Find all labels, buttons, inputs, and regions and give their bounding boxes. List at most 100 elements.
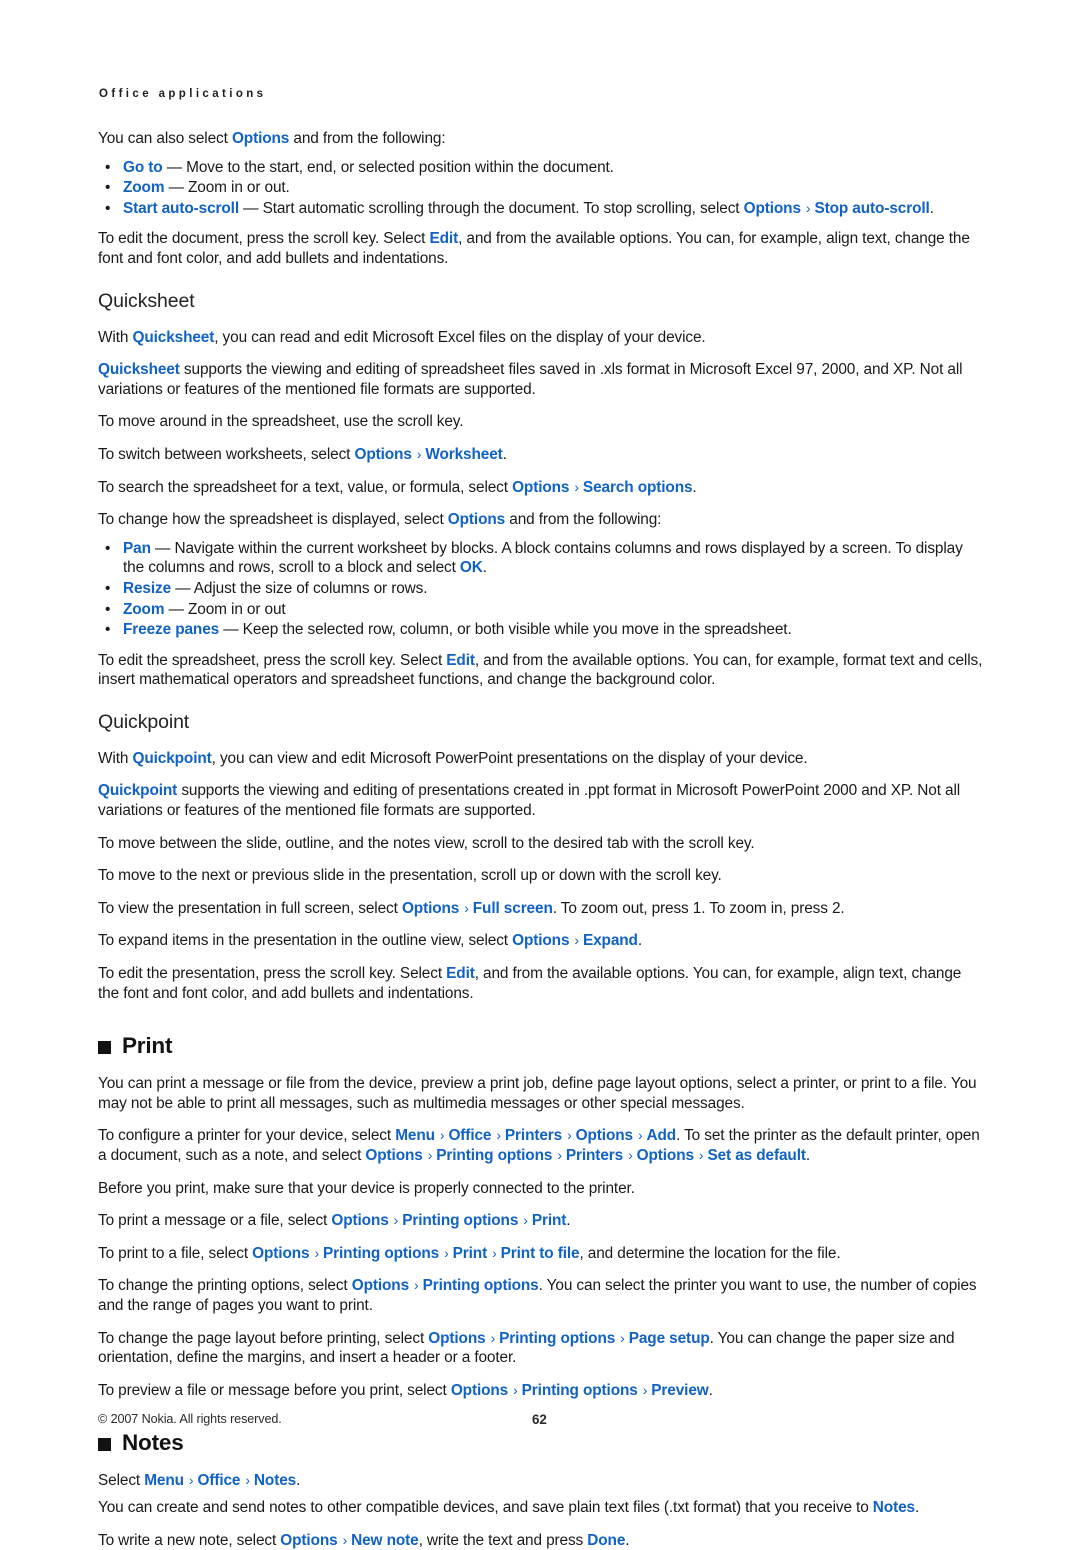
quicksheet-switch-worksheets-paragraph: To switch between worksheets, select Opt… xyxy=(98,445,985,465)
chevron-right-icon: › xyxy=(393,1212,399,1229)
keyword-notes: Notes xyxy=(872,1498,915,1516)
keyword-printing-options: Printing options xyxy=(422,1277,539,1295)
chevron-right-icon: › xyxy=(567,1127,572,1144)
text-fragment: With xyxy=(98,328,133,346)
text-fragment: To change how the spreadsheet is display… xyxy=(98,511,448,529)
print-page-layout-paragraph: To change the page layout before printin… xyxy=(98,1329,985,1368)
heading-notes: Notes xyxy=(98,1430,985,1456)
print-message-paragraph: To print a message or a file, select Opt… xyxy=(98,1211,985,1231)
list-item: • Freeze panes — Keep the selected row, c… xyxy=(102,620,985,640)
keyword-options: Options xyxy=(447,511,506,529)
chevron-right-icon: › xyxy=(245,1472,250,1489)
quicksheet-change-display-paragraph: To change how the spreadsheet is display… xyxy=(98,510,985,530)
print-configure-paragraph: To configure a printer for your device, … xyxy=(98,1126,985,1165)
keyword-freeze-panes: Freeze panes xyxy=(123,621,220,639)
keyword-options: Options xyxy=(252,1244,310,1262)
chevron-right-icon: › xyxy=(439,1127,445,1144)
keyword-zoom: Zoom xyxy=(123,600,165,618)
text-fragment: To preview a file or message before you … xyxy=(98,1381,451,1399)
text-fragment: Select xyxy=(98,1472,145,1490)
list-item: • Zoom — Zoom in or out. xyxy=(102,178,985,198)
text-fragment: You can create and send notes to other c… xyxy=(98,1498,873,1516)
keyword-printers: Printers xyxy=(504,1127,563,1145)
keyword-options: Options xyxy=(331,1212,389,1230)
text-fragment: supports the viewing and editing of spre… xyxy=(98,361,963,398)
keyword-options: Options xyxy=(351,1277,410,1295)
chevron-right-icon: › xyxy=(314,1244,320,1261)
bullet-dot-icon: • xyxy=(105,539,111,557)
keyword-start-auto-scroll: Start auto-scroll xyxy=(123,199,239,217)
edit-document-paragraph: To edit the document, press the scroll k… xyxy=(98,229,985,268)
keyword-print-to-file: Print to file xyxy=(500,1244,580,1262)
chevron-right-icon: › xyxy=(523,1212,528,1229)
print-change-options-paragraph: To change the printing options, select O… xyxy=(98,1276,985,1315)
intro-lead-paragraph: You can also select Options and from the… xyxy=(98,129,985,149)
text-fragment: With xyxy=(98,749,133,767)
list-item: • Zoom — Zoom in or out xyxy=(102,600,985,620)
text-fragment: — Move to the start, end, or selected po… xyxy=(162,158,614,176)
page-number: 62 xyxy=(532,1412,547,1427)
chevron-right-icon: › xyxy=(464,899,469,916)
bullet-dot-icon: • xyxy=(105,199,111,217)
heading-quicksheet: Quicksheet xyxy=(98,289,195,312)
square-bullet-icon xyxy=(98,1040,111,1054)
keyword-menu: Menu xyxy=(395,1127,435,1145)
keyword-zoom: Zoom xyxy=(123,179,165,197)
chevron-right-icon: › xyxy=(496,1127,501,1144)
text-fragment: — Adjust the size of columns or rows. xyxy=(171,579,428,597)
text-fragment: To configure a printer for your device, … xyxy=(98,1127,396,1145)
keyword-menu: Menu xyxy=(144,1472,184,1490)
text-fragment: supports the viewing and editing of pres… xyxy=(98,782,961,820)
keyword-search-options: Search options xyxy=(582,478,693,496)
chevron-right-icon: › xyxy=(416,445,422,462)
keyword-options: Options xyxy=(512,932,570,950)
keyword-options: Options xyxy=(401,899,460,917)
quickpoint-full-screen-paragraph: To view the presentation in full screen,… xyxy=(98,899,985,919)
chevron-right-icon: › xyxy=(490,1329,496,1346)
keyword-set-as-default: Set as default xyxy=(707,1147,806,1164)
quickpoint-move-views-paragraph: To move between the slide, outline, and … xyxy=(98,834,755,852)
text-fragment: To write a new note, select xyxy=(98,1531,281,1549)
chevron-right-icon: › xyxy=(427,1147,433,1163)
keyword-options: Options xyxy=(365,1147,423,1164)
chevron-right-icon: › xyxy=(642,1381,648,1398)
keyword-resize: Resize xyxy=(123,579,172,597)
notes-select-paragraph: Select Menu › Office › Notes. xyxy=(98,1471,985,1491)
text-fragment: To edit the document, press the scroll k… xyxy=(98,230,430,248)
keyword-options: Options xyxy=(450,1381,509,1399)
chevron-right-icon: › xyxy=(628,1147,633,1163)
keyword-page-setup: Page setup xyxy=(628,1329,710,1347)
keyword-worksheet: Worksheet xyxy=(425,445,503,463)
keyword-edit: Edit xyxy=(446,965,475,983)
keyword-done: Done xyxy=(587,1531,626,1549)
keyword-edit: Edit xyxy=(429,230,459,248)
quicksheet-search-paragraph: To search the spreadsheet for a text, va… xyxy=(98,478,985,498)
chevron-right-icon: › xyxy=(805,199,811,216)
chevron-right-icon: › xyxy=(444,1244,449,1261)
keyword-options: Options xyxy=(512,478,570,496)
quicksheet-bullet-list: • Pan — Navigate within the current works… xyxy=(98,539,985,640)
list-item: • Pan — Navigate within the current works… xyxy=(102,539,985,578)
text-fragment: . xyxy=(502,445,507,463)
text-fragment: — Zoom in or out. xyxy=(164,179,290,197)
quicksheet-with-paragraph: With Quicksheet, you can read and edit M… xyxy=(98,328,985,348)
list-item: • Go to — Move to the start, end, or sele… xyxy=(102,158,985,178)
text-fragment: — Start automatic scrolling through the … xyxy=(238,199,744,217)
text-fragment: — Navigate within the current worksheet … xyxy=(123,539,963,577)
text-fragment: To change the printing options, select xyxy=(98,1277,352,1295)
print-to-file-paragraph: To print to a file, select Options › Print… xyxy=(98,1244,985,1264)
quickpoint-expand-paragraph: To expand items in the presentation in t… xyxy=(98,931,985,951)
text-fragment: To edit the spreadsheet, press the scrol… xyxy=(98,651,447,669)
chevron-right-icon: › xyxy=(620,1329,625,1346)
keyword-printing-options: Printing options xyxy=(436,1147,553,1164)
text-fragment: and from the following: xyxy=(289,130,446,147)
chevron-right-icon: › xyxy=(574,932,579,949)
chevron-right-icon: › xyxy=(698,1147,704,1163)
keyword-options: Options xyxy=(743,199,801,217)
keyword-print: Print xyxy=(531,1212,567,1230)
text-fragment: To switch between worksheets, select xyxy=(98,445,355,463)
notes-create-paragraph: You can create and send notes to other c… xyxy=(98,1498,985,1518)
keyword-options: Options xyxy=(575,1127,633,1145)
text-fragment: — Zoom in or out xyxy=(164,600,286,618)
notes-write-paragraph: To write a new note, select Options › New … xyxy=(98,1531,985,1550)
